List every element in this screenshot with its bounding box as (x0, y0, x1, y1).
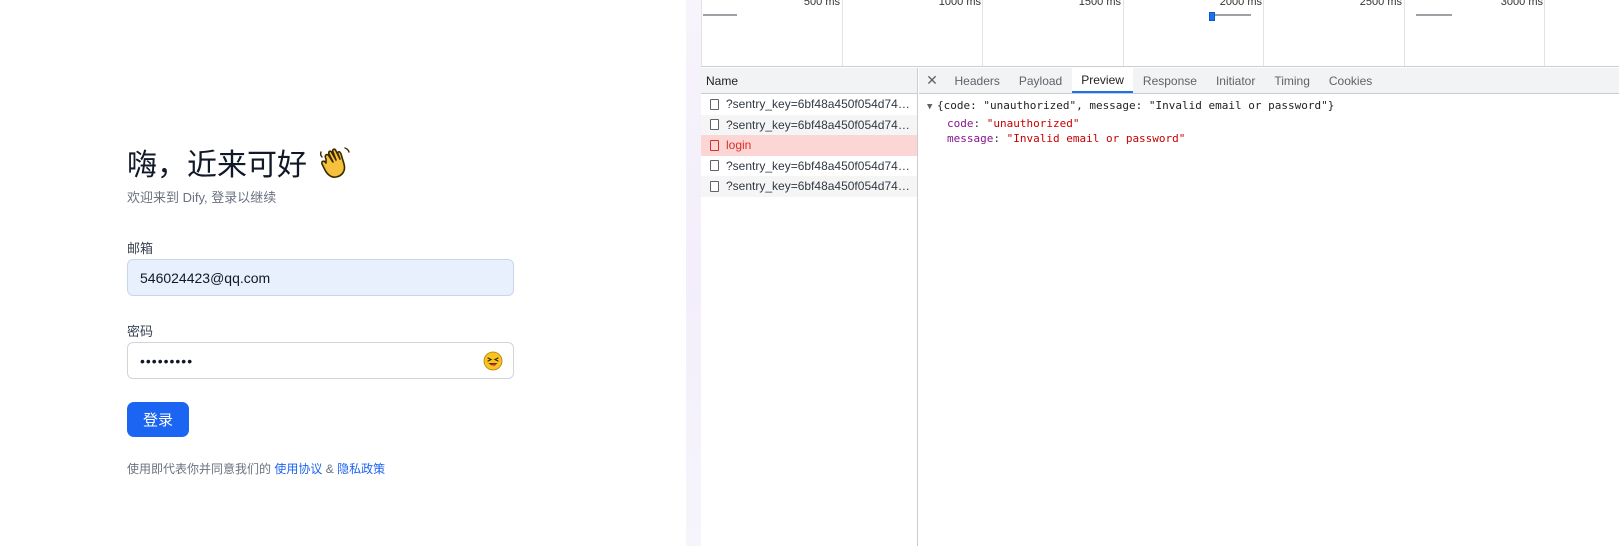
detail-tabs: ✕ Headers Payload Preview Response Initi… (919, 68, 1619, 94)
waving-hand-icon (319, 147, 350, 178)
tab-headers[interactable]: Headers (945, 68, 1009, 93)
timeline-request-bar (1215, 14, 1251, 16)
json-key: message (947, 132, 994, 145)
json-preview: ▼ {code: "unauthorized", message: "Invali… (919, 94, 1619, 151)
request-row[interactable]: ?sentry_key=6bf48a450f054d7493... (701, 94, 917, 115)
document-icon (710, 180, 719, 192)
request-name: ?sentry_key=6bf48a450f054d7493... (726, 179, 912, 194)
document-icon (710, 160, 719, 172)
request-row[interactable]: ?sentry_key=6bf48a450f054d7493... (701, 176, 917, 197)
panel-divider (686, 0, 701, 546)
timeline-gridline (982, 0, 983, 66)
terms-link[interactable]: 使用协议 (274, 462, 322, 476)
request-name: ?sentry_key=6bf48a450f054d7493... (726, 117, 912, 132)
login-page: 嗨，近来可好 欢迎来到 Dify, 登录以继续 邮箱 546024423@qq.… (0, 0, 686, 546)
json-root-node[interactable]: ▼ {code: "unauthorized", message: "Invali… (927, 98, 1611, 116)
request-row[interactable]: ?sentry_key=6bf48a450f054d7493... (701, 156, 917, 177)
email-value: 546024423@qq.com (140, 269, 271, 286)
email-field[interactable]: 546024423@qq.com (127, 259, 514, 296)
json-value: "Invalid email or password" (1006, 132, 1186, 145)
timeline-tick: 1500 ms (1078, 0, 1121, 8)
close-icon[interactable]: ✕ (919, 68, 945, 93)
timeline-tick: 3000 ms (1500, 0, 1543, 8)
welcome-subtitle: 欢迎来到 Dify, 登录以继续 (127, 190, 277, 205)
tab-response[interactable]: Response (1133, 68, 1206, 93)
timeline-tick: 2000 ms (1219, 0, 1262, 8)
caret-down-icon[interactable]: ▼ (927, 100, 937, 116)
name-column-header[interactable]: Name (701, 68, 917, 94)
json-key: code (947, 116, 974, 130)
document-icon (710, 119, 719, 131)
tab-payload[interactable]: Payload (1009, 68, 1071, 93)
show-password-emoji-icon[interactable] (483, 351, 503, 371)
tab-preview[interactable]: Preview (1071, 68, 1134, 93)
greeting-title: 嗨，近来可好 (127, 148, 307, 183)
timeline-gridline (1263, 0, 1264, 66)
password-label: 密码 (127, 324, 154, 339)
timeline-tick: 500 ms (803, 0, 840, 8)
password-field[interactable]: ••••••••• (127, 342, 514, 379)
devtools-network-panel: 500 ms 1000 ms 1500 ms 2000 ms 2500 ms 3… (701, 0, 1619, 546)
email-label: 邮箱 (127, 241, 154, 256)
tab-timing[interactable]: Timing (1265, 68, 1320, 93)
greeting-row: 嗨，近来可好 (127, 140, 353, 184)
request-detail-panel: ✕ Headers Payload Preview Response Initi… (919, 68, 1619, 546)
json-property: code: "unauthorized" (947, 116, 1080, 130)
request-list: Name ?sentry_key=6bf48a450f054d7493... ?… (701, 68, 918, 546)
document-icon (710, 139, 719, 151)
request-name: login (726, 138, 752, 153)
network-timeline[interactable]: 500 ms 1000 ms 1500 ms 2000 ms 2500 ms 3… (701, 0, 1619, 67)
document-icon (710, 98, 719, 110)
tab-cookies[interactable]: Cookies (1319, 68, 1381, 93)
timeline-tick: 1000 ms (938, 0, 981, 8)
json-property: message: "Invalid email or password" (947, 132, 1186, 145)
request-name: ?sentry_key=6bf48a450f054d7493... (726, 158, 912, 173)
json-summary: {code: "unauthorized", message: "Invalid… (937, 99, 1335, 112)
password-value: ••••••••• (140, 352, 194, 369)
timeline-gridline (1123, 0, 1124, 66)
timeline-gridline (1404, 0, 1405, 66)
timeline-gridline (842, 0, 843, 66)
json-value: "unauthorized" (986, 116, 1080, 130)
request-name: ?sentry_key=6bf48a450f054d7493... (726, 97, 912, 112)
privacy-link[interactable]: 隐私政策 (337, 462, 385, 476)
request-row[interactable]: ?sentry_key=6bf48a450f054d7493... (701, 114, 917, 135)
timeline-request-bar (1416, 14, 1452, 16)
login-button[interactable]: 登录 (127, 402, 189, 437)
timeline-gridline (701, 0, 702, 66)
and-text: & (325, 462, 334, 476)
timeline-gridline (1544, 0, 1545, 66)
timeline-tick: 2500 ms (1359, 0, 1402, 8)
timeline-request-bar (703, 14, 737, 16)
agreement-prefix: 使用即代表你并同意我们的 (127, 462, 272, 476)
tab-initiator[interactable]: Initiator (1206, 68, 1264, 93)
request-row-login-error[interactable]: login (701, 135, 917, 156)
agreement-text: 使用即代表你并同意我们的 使用协议 & 隐私政策 (127, 460, 385, 477)
